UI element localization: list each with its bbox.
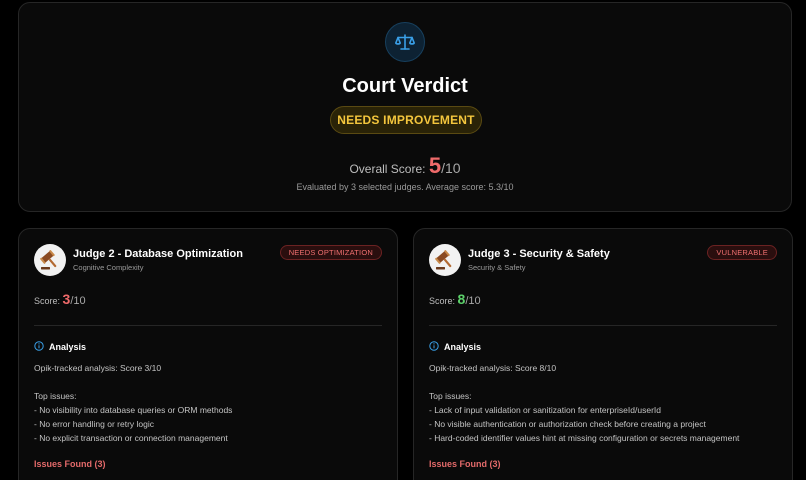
judge-card-database-optimization: Judge 2 - Database Optimization Cognitiv… (18, 228, 398, 480)
verdict-status-badge: NEEDS IMPROVEMENT (330, 106, 482, 134)
score-denominator: /10 (70, 295, 86, 307)
overall-score: Overall Score: 5/10 (19, 153, 791, 179)
analysis-title: Analysis (49, 342, 87, 352)
info-icon (429, 341, 439, 353)
score-label: Score: (34, 296, 61, 306)
judge-subtitle: Security & Safety (468, 263, 526, 272)
verdict-card: Court Verdict NEEDS IMPROVEMENT Overall … (18, 2, 792, 212)
judge-score: Score: 8/10 (429, 291, 481, 307)
judge-score: Score: 3/10 (34, 291, 86, 307)
verdict-title: Court Verdict (342, 75, 468, 97)
evaluated-summary: Evaluated by 3 selected judges. Average … (296, 182, 514, 192)
analysis-text: Opik-tracked analysis: Score 8/10 Top is… (429, 363, 740, 443)
overall-score-value: 5 (428, 153, 442, 178)
overall-score-label: Overall Score: (349, 162, 426, 176)
issues-found-toggle[interactable]: Issues Found (3) (429, 459, 501, 469)
scales-icon (385, 22, 425, 62)
judge-subtitle: Cognitive Complexity (73, 263, 144, 272)
divider (429, 325, 777, 326)
analysis-heading: Analysis (34, 341, 86, 353)
analysis-text: Opik-tracked analysis: Score 3/10 Top is… (34, 363, 233, 443)
issues-found-toggle[interactable]: Issues Found (3) (34, 459, 106, 469)
analysis-heading: Analysis (429, 341, 481, 353)
judge-name: Judge 3 - Security & Safety (468, 248, 610, 260)
info-icon (34, 341, 44, 353)
score-label: Score: (429, 296, 456, 306)
score-denominator: /10 (465, 295, 481, 307)
status-badge: VULNERABLE (707, 245, 777, 260)
judge-card-security-safety: Judge 3 - Security & Safety Security & S… (413, 228, 793, 480)
overall-score-denominator: /10 (441, 160, 461, 176)
status-badge: NEEDS OPTIMIZATION (279, 245, 382, 260)
gavel-icon (429, 244, 461, 276)
gavel-icon (34, 244, 66, 276)
analysis-title: Analysis (444, 342, 482, 352)
judge-name: Judge 2 - Database Optimization (73, 248, 243, 260)
divider (34, 325, 382, 326)
